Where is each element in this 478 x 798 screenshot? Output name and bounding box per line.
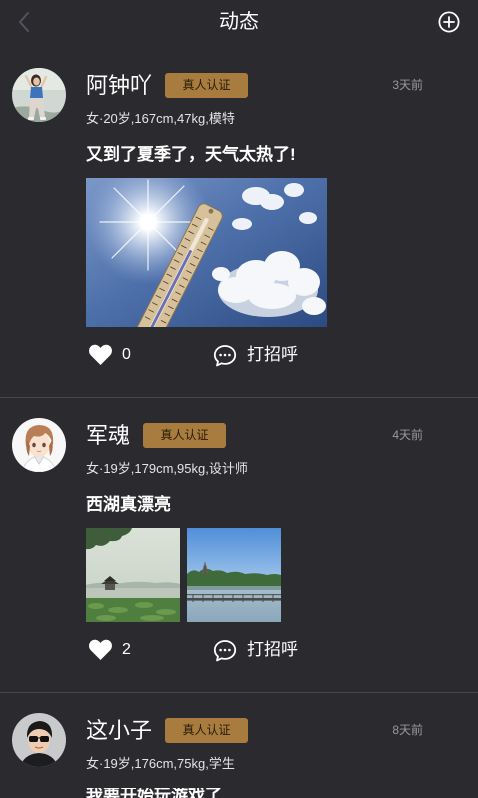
post-actions: 0 打招呼: [86, 340, 478, 370]
post-media: [86, 528, 478, 622]
post-text: 我要开始玩游戏了: [86, 788, 222, 798]
chat-bubble-icon: [213, 344, 237, 366]
post-image[interactable]: [86, 528, 180, 622]
post-text: 西湖真漂亮: [86, 495, 171, 514]
user-info: 女·19岁,179cm,95kg,设计师: [86, 461, 248, 476]
post-time: 8天前: [392, 723, 423, 737]
post-media: [86, 178, 478, 327]
user-info: 女·20岁,167cm,47kg,模特: [86, 111, 235, 126]
verified-badge: 真人认证: [165, 718, 249, 743]
post-image[interactable]: [86, 178, 327, 327]
post-time: 3天前: [392, 78, 423, 92]
avatar[interactable]: [12, 418, 66, 472]
user-name[interactable]: 阿钟吖: [86, 73, 152, 98]
feed-post: 4天前 军魂 真人认证 女·19岁,179cm,95kg,设计师 西湖真漂亮 2…: [0, 398, 478, 693]
heart-icon[interactable]: [88, 343, 113, 367]
post-text: 又到了夏季了，天气太热了!: [86, 145, 296, 164]
post-image[interactable]: [187, 528, 281, 622]
like-count: 2: [122, 641, 131, 658]
like-count: 0: [122, 346, 131, 363]
heart-icon[interactable]: [88, 638, 113, 662]
greet-button[interactable]: 打招呼: [213, 635, 298, 665]
feed-post: 3天前 阿钟吖 真人认证 女·20岁,167cm,47kg,模特 又到了夏季了，…: [0, 48, 478, 398]
chat-bubble-icon: [213, 639, 237, 661]
post-actions: 2 打招呼: [86, 635, 478, 665]
plus-circle-icon[interactable]: [438, 11, 460, 33]
verified-badge: 真人认证: [143, 423, 227, 448]
user-info: 女·19岁,176cm,75kg,学生: [86, 756, 235, 771]
greet-label: 打招呼: [247, 345, 298, 364]
top-bar: 动态: [0, 0, 478, 48]
avatar[interactable]: [12, 68, 66, 122]
feed-post: 8天前 这小子 真人认证 女·19岁,176cm,75kg,学生 我要开始玩游戏…: [0, 693, 478, 798]
post-time: 4天前: [392, 428, 423, 442]
avatar[interactable]: [12, 713, 66, 767]
verified-badge: 真人认证: [165, 73, 249, 98]
user-name[interactable]: 这小子: [86, 718, 152, 743]
page-title: 动态: [219, 11, 259, 33]
greet-label: 打招呼: [247, 640, 298, 659]
greet-button[interactable]: 打招呼: [213, 340, 298, 370]
user-name[interactable]: 军魂: [86, 423, 130, 448]
